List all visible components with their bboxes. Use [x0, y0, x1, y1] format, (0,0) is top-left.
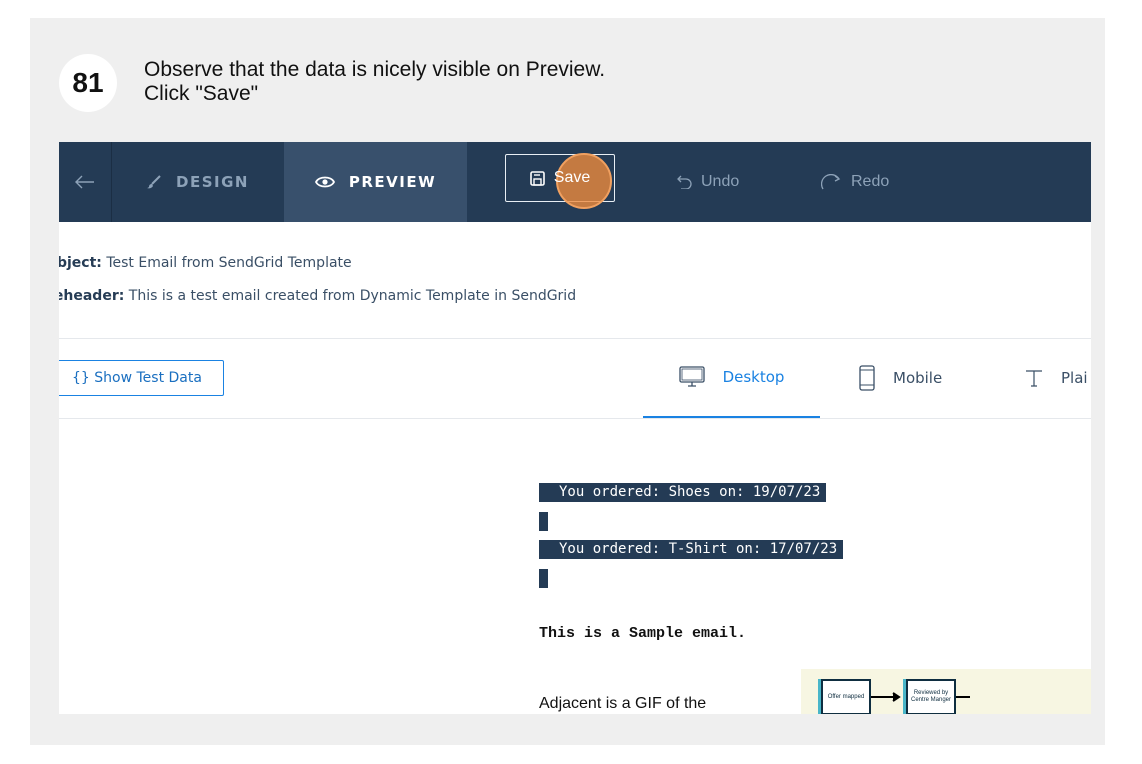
email-meta: ubject: Test Email from SendGrid Templat…	[59, 222, 1091, 339]
text-icon	[1025, 369, 1043, 387]
sample-email-text: This is a Sample email.	[539, 625, 747, 642]
instruction-line-2: Click "Save"	[144, 82, 259, 105]
editor-top-bar: DESIGN PREVIEW Save Undo Redo	[59, 142, 1091, 222]
eye-icon	[314, 175, 335, 189]
subject-value: Test Email from SendGrid Template	[106, 255, 352, 271]
desktop-icon	[678, 366, 705, 388]
tab-preview-label: PREVIEW	[348, 173, 437, 191]
tab-design[interactable]: DESIGN	[111, 142, 284, 222]
preheader-value: This is a test email created from Dynami…	[128, 288, 577, 304]
back-button[interactable]	[59, 142, 112, 222]
show-test-data-button[interactable]: {} Show Test Data	[59, 360, 224, 396]
empty-block-2	[539, 569, 548, 588]
empty-block-1	[539, 512, 548, 531]
adjacent-text: Adjacent is a GIF of the	[539, 695, 707, 712]
step-number-badge: 81	[59, 54, 117, 112]
save-label: Save	[553, 169, 591, 186]
tab-desktop-label: Desktop	[722, 368, 785, 386]
subject-row: ubject: Test Email from SendGrid Templat…	[59, 255, 352, 271]
tab-design-label: DESIGN	[176, 173, 249, 191]
gif-box-offer-mapped: Offer mapped	[821, 679, 871, 714]
email-preview: You ordered: Shoes on: 19/07/23 You orde…	[59, 419, 1091, 714]
tab-mobile[interactable]: Mobile	[859, 338, 942, 418]
connector-line	[956, 696, 970, 698]
undo-label: Undo	[701, 173, 740, 190]
brush-icon	[146, 174, 162, 190]
workflow-gif: Offer mapped Reviewed by Centre Manger	[801, 669, 1091, 714]
redo-button[interactable]: Redo	[821, 142, 889, 222]
tab-plain-text[interactable]: Plai	[1025, 338, 1088, 418]
instruction-line-1: Observe that the data is nicely visible …	[144, 58, 606, 81]
step-instruction: Observe that the data is nicely visible …	[144, 58, 605, 106]
app-screenshot: DESIGN PREVIEW Save Undo Redo bject: Tes…	[59, 142, 1091, 714]
mobile-icon	[859, 365, 875, 391]
subject-label: ubject:	[59, 255, 102, 271]
tab-preview[interactable]: PREVIEW	[284, 142, 467, 222]
arrow-left-icon	[75, 175, 94, 189]
redo-icon	[821, 174, 843, 190]
order-line-1: You ordered: Shoes on: 19/07/23	[539, 483, 827, 502]
order-line-2: You ordered: T-Shirt on: 17/07/23	[539, 540, 844, 559]
preview-toolbar: {} Show Test Data Desktop Mobile Plai	[59, 338, 1091, 419]
arrow-right-icon	[871, 692, 901, 702]
save-icon	[529, 170, 545, 186]
tab-desktop[interactable]: Desktop	[643, 338, 820, 418]
tab-mobile-label: Mobile	[893, 369, 943, 387]
undo-button[interactable]: Undo	[675, 142, 739, 222]
tab-plain-label: Plai	[1061, 369, 1088, 387]
undo-icon	[675, 175, 693, 189]
redo-label: Redo	[851, 173, 890, 190]
preheader-label: reheader:	[59, 288, 125, 304]
gif-box-reviewed: Reviewed by Centre Manger	[906, 679, 956, 714]
preheader-row: reheader: This is a test email created f…	[59, 288, 576, 304]
